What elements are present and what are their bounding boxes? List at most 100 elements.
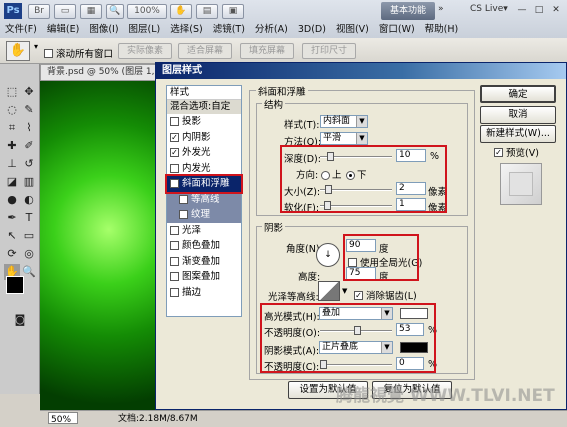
style-item[interactable]: ✓ 斜面和浮雕 xyxy=(165,174,243,194)
stamp-tool-icon[interactable]: ⊥ xyxy=(4,156,20,172)
zoom-field[interactable]: 50% xyxy=(48,412,78,425)
blur-tool-icon[interactable]: ● xyxy=(4,192,20,208)
minibridge-icon[interactable]: ▭ xyxy=(54,4,76,19)
chevron-down-icon[interactable]: ▼ xyxy=(342,287,347,295)
eyedropper-icon[interactable]: ⌇ xyxy=(21,120,37,136)
style-item[interactable]: 投影 xyxy=(167,114,241,130)
options-bar: ✋ ▾ 滚动所有窗口 实际像素 适合屏幕 填充屏幕 打印尺寸 xyxy=(0,38,567,64)
checkbox-icon[interactable] xyxy=(179,210,188,220)
blend-options-item[interactable]: 混合选项:自定 xyxy=(167,100,241,114)
foreground-color[interactable] xyxy=(6,276,24,294)
healing-brush-icon[interactable]: ✚ xyxy=(4,138,20,154)
checkbox-icon[interactable] xyxy=(170,163,179,173)
3d-camera-icon[interactable]: ◎ xyxy=(21,246,37,262)
checkbox-checked-icon[interactable]: ✓ xyxy=(170,179,179,189)
scroll-all-checkbox[interactable]: 滚动所有窗口 xyxy=(44,46,113,60)
style-item[interactable]: 光泽 xyxy=(167,223,241,239)
reset-default-button[interactable]: 复位为默认值 xyxy=(372,381,452,399)
checkbox-icon[interactable] xyxy=(170,256,179,266)
style-item-label: 光泽 xyxy=(182,224,202,236)
hand-tool-icon[interactable]: ✋ xyxy=(6,41,30,61)
brush-tool-icon[interactable]: ✐ xyxy=(21,138,37,154)
gloss-contour-swatch[interactable] xyxy=(318,281,340,301)
style-item[interactable]: 描边 xyxy=(167,285,241,301)
dodge-tool-icon[interactable]: ◐ xyxy=(21,192,37,208)
extras-icon[interactable]: ▦ xyxy=(80,4,102,19)
quick-select-icon[interactable]: ✎ xyxy=(21,102,37,118)
style-item-label: 内阴影 xyxy=(182,131,211,143)
maximize-icon[interactable]: □ xyxy=(531,3,547,17)
zoom-select[interactable]: 100% xyxy=(127,4,167,19)
pen-tool-icon[interactable]: ✒ xyxy=(4,210,20,226)
style-item[interactable]: ✓ 内阴影 xyxy=(167,130,241,146)
print-size-button[interactable]: 打印尺寸 xyxy=(302,43,356,59)
history-brush-icon[interactable]: ↺ xyxy=(21,156,37,172)
menu-item[interactable]: 编辑(E) xyxy=(42,22,84,38)
shape-tool-icon[interactable]: ▭ xyxy=(21,228,37,244)
quick-mask-icon[interactable]: ◙ xyxy=(12,312,28,328)
crop-tool-icon[interactable]: ⌗ xyxy=(4,120,20,136)
fit-screen-button[interactable]: 适合屏幕 xyxy=(178,43,232,59)
technique-value: 平滑 xyxy=(323,133,342,143)
fill-screen-button[interactable]: 填充屏幕 xyxy=(240,43,294,59)
screen-mode-icon[interactable]: ▣ xyxy=(222,4,244,19)
style-item[interactable]: 等高线 xyxy=(167,191,241,207)
menu-item[interactable]: 视图(V) xyxy=(331,22,374,38)
menu-item[interactable]: 窗口(W) xyxy=(374,22,420,38)
zoom-icon[interactable]: 🔍 xyxy=(106,4,124,19)
menu-item[interactable]: 帮助(H) xyxy=(420,22,464,38)
minimize-icon[interactable]: — xyxy=(514,3,530,17)
type-tool-icon[interactable]: T xyxy=(21,210,37,226)
menu-item[interactable]: 选择(S) xyxy=(165,22,207,38)
workspace-menu-icon[interactable]: » xyxy=(438,4,444,14)
actual-pixels-button[interactable]: 实际像素 xyxy=(118,43,172,59)
lasso-tool-icon[interactable]: ◌ xyxy=(4,102,20,118)
menu-item[interactable]: 图像(I) xyxy=(84,22,123,38)
menu-item[interactable]: 分析(A) xyxy=(250,22,293,38)
menu-item[interactable]: 3D(D) xyxy=(293,22,331,38)
checkbox-icon[interactable] xyxy=(170,272,179,282)
new-style-button[interactable]: 新建样式(W)... xyxy=(480,125,556,143)
make-default-button[interactable]: 设置为默认值 xyxy=(288,381,368,399)
style-item[interactable]: 纹理 xyxy=(167,207,241,223)
technique-select[interactable]: 平滑 ▼ xyxy=(320,132,368,145)
checkbox-icon[interactable] xyxy=(179,194,188,204)
path-select-icon[interactable]: ↖ xyxy=(4,228,20,244)
style-item[interactable]: 内发光 xyxy=(167,161,241,177)
3d-rotate-icon[interactable]: ⟳ xyxy=(4,246,20,262)
checkbox-checked-icon[interactable]: ✓ xyxy=(170,148,179,158)
cs-live-button[interactable]: CS Live▾ xyxy=(470,4,508,14)
move-tool-icon[interactable]: ✥ xyxy=(21,84,37,100)
section-title: 斜面和浮雕 xyxy=(256,84,308,98)
checkbox-checked-icon[interactable]: ✓ xyxy=(170,132,179,142)
menu-item[interactable]: 滤镜(T) xyxy=(208,22,250,38)
style-item[interactable]: ✓ 外发光 xyxy=(167,145,241,161)
eraser-tool-icon[interactable]: ◪ xyxy=(4,174,20,190)
bevel-style-select[interactable]: 内斜面 ▼ xyxy=(320,115,368,128)
cancel-button[interactable]: 取消 xyxy=(480,106,556,124)
menu-item[interactable]: 图层(L) xyxy=(124,22,166,38)
workspace-button[interactable]: 基本功能 xyxy=(381,2,435,20)
checkbox-icon[interactable] xyxy=(170,287,179,297)
style-item[interactable]: 图案叠加 xyxy=(167,269,241,285)
style-item[interactable]: 颜色叠加 xyxy=(167,238,241,254)
checkbox-icon[interactable] xyxy=(170,241,179,251)
anti-alias-checkbox[interactable]: ✓ 消除锯齿(L) xyxy=(354,288,417,302)
gradient-tool-icon[interactable]: ▥ xyxy=(21,174,37,190)
preview-checkbox[interactable]: ✓ 预览(V) xyxy=(494,145,539,159)
hand-icon[interactable]: ✋ xyxy=(170,4,192,19)
tool-preset-arrow[interactable]: ▾ xyxy=(34,42,38,51)
styles-header[interactable]: 样式 xyxy=(167,86,241,100)
arrange-icon[interactable]: ▤ xyxy=(196,4,218,19)
document-canvas[interactable] xyxy=(40,81,165,411)
ok-button[interactable]: 确定 xyxy=(480,85,556,103)
angle-dial[interactable]: ↓ xyxy=(316,243,340,267)
menu-item[interactable]: 文件(F) xyxy=(0,22,42,38)
style-item[interactable]: 渐变叠加 xyxy=(167,254,241,270)
close-icon[interactable]: ✕ xyxy=(548,3,564,17)
checkbox-icon[interactable] xyxy=(170,225,179,235)
checkbox-icon[interactable] xyxy=(170,117,179,127)
document-tab[interactable]: 背景.psd @ 50% (图层 1, xyxy=(40,64,160,81)
marquee-tool-icon[interactable]: ⬚ xyxy=(4,84,20,100)
bridge-icon[interactable]: Br xyxy=(28,4,50,19)
